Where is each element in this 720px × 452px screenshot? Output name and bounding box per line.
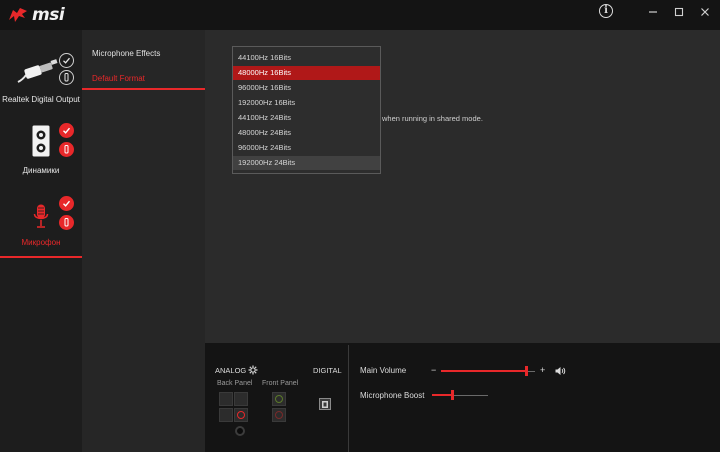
default-communication-icon[interactable] <box>59 142 74 157</box>
shared-mode-hint: when running in shared mode. <box>382 114 483 123</box>
msi-dragon-icon <box>9 8 27 22</box>
info-icon[interactable]: i <box>599 4 613 18</box>
microphone-boost-slider-knob[interactable] <box>450 390 454 400</box>
device-speakers[interactable]: Динамики <box>0 120 82 186</box>
active-tab-indicator <box>82 88 205 90</box>
volume-up-button[interactable]: + <box>540 365 545 375</box>
back-panel-round-jack <box>235 426 245 436</box>
back-panel-jack <box>234 392 248 406</box>
device-label: Динамики <box>22 166 60 175</box>
default-communication-icon[interactable] <box>59 215 74 230</box>
format-option[interactable]: 44100Hz 16Bits <box>233 51 380 65</box>
msi-logo: msi <box>8 5 65 25</box>
close-icon[interactable] <box>694 3 716 23</box>
format-option[interactable]: 192000Hz 16Bits <box>233 96 380 110</box>
default-communication-icon[interactable] <box>59 70 74 85</box>
maximize-icon[interactable] <box>668 3 690 23</box>
main-volume-slider-knob[interactable] <box>524 366 528 376</box>
front-panel-headphone-jack[interactable] <box>272 392 286 406</box>
gear-icon[interactable] <box>248 365 258 375</box>
main-volume-fill <box>441 370 526 372</box>
microphone-boost-fill <box>432 394 452 396</box>
default-device-check-icon[interactable] <box>59 196 74 211</box>
device-label: Микрофон <box>21 238 61 247</box>
digital-label: DIGITAL <box>313 366 342 375</box>
title-bar: msi i <box>0 0 720 30</box>
format-option[interactable]: 96000Hz 16Bits <box>233 81 380 95</box>
device-panel: Realtek Digital Output Динамики Микрофон <box>0 30 82 452</box>
back-panel-mic-jack[interactable] <box>234 408 248 422</box>
main-volume-label: Main Volume <box>360 366 407 375</box>
format-option-hovered[interactable]: 192000Hz 24Bits <box>233 156 380 170</box>
device-label: Realtek Digital Output <box>2 95 80 104</box>
default-format-dropdown-list[interactable]: 44100Hz 16Bits 48000Hz 16Bits 96000Hz 16… <box>232 46 381 174</box>
digital-output-cable-icon <box>17 59 58 83</box>
format-option-selected[interactable]: 48000Hz 16Bits <box>233 66 380 80</box>
microphone-icon <box>33 204 49 228</box>
device-microphone[interactable]: Микрофон <box>0 192 82 256</box>
front-panel-label: Front Panel <box>262 380 299 387</box>
default-device-check-icon[interactable] <box>59 123 74 138</box>
format-option[interactable]: 48000Hz 24Bits <box>233 126 380 140</box>
active-device-indicator <box>0 256 82 258</box>
format-option[interactable]: 44100Hz 24Bits <box>233 111 380 125</box>
settings-tabs: Microphone Effects Default Format <box>82 30 205 452</box>
front-panel-mic-jack[interactable] <box>272 408 286 422</box>
back-panel-label: Back Panel <box>217 380 253 387</box>
back-panel-jack <box>219 392 233 406</box>
device-realtek-digital-output[interactable]: Realtek Digital Output <box>0 48 82 110</box>
back-panel-jack <box>219 408 233 422</box>
microphone-boost-label: Microphone Boost <box>360 391 425 400</box>
digital-port-icon[interactable] <box>319 398 331 410</box>
speaker-icon <box>32 125 50 157</box>
format-option[interactable]: 96000Hz 24Bits <box>233 141 380 155</box>
analog-label: ANALOG <box>215 366 247 375</box>
bottom-divider <box>348 345 349 452</box>
speaker-volume-icon[interactable] <box>555 366 566 376</box>
tab-default-format[interactable]: Default Format <box>92 74 145 83</box>
volume-down-button[interactable]: − <box>431 365 436 375</box>
tab-microphone-effects[interactable]: Microphone Effects <box>92 49 160 58</box>
minimize-icon[interactable] <box>642 3 664 23</box>
default-device-check-icon[interactable] <box>59 53 74 68</box>
msi-logo-text: msi <box>32 5 65 25</box>
